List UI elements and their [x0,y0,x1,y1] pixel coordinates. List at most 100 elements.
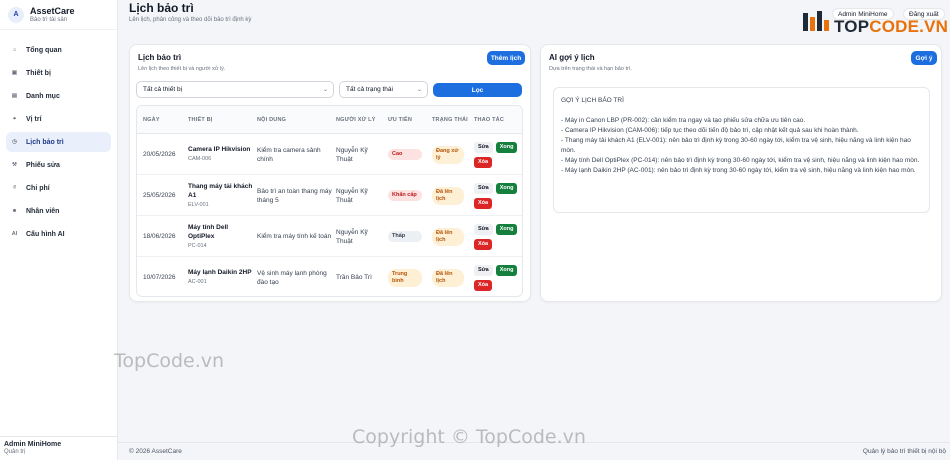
column-header: NGƯỜI XỬ LÝ [336,116,376,123]
action-line: Xóa [474,156,522,169]
edit-button[interactable]: Sửa [474,264,493,276]
add-schedule-button[interactable]: Thêm lịch [487,51,525,65]
sidebar-item[interactable]: ⌂ Tổng quan [6,40,111,60]
sidebar-item[interactable]: ◷ Lịch bảo trì [6,132,111,152]
footer-copyright: © 2026 AssetCare [129,448,182,455]
ai-card-title: AI gợi ý lịch [549,53,595,62]
topcode-logo-text: TOPCODE.VN [834,17,948,37]
sidebar-item-label: Vị trí [26,115,42,123]
column-header: NGÀY [143,116,160,123]
logout-button[interactable]: Đăng xuất [903,8,945,20]
status-badge: Đã lên lịch [432,227,464,246]
row-content: Kiểm tra camera sảnh chính [257,146,321,163]
delete-button[interactable]: Xóa [474,238,493,250]
status-badge: Đã lên lịch [432,186,464,205]
brand-name: AssetCare [30,6,75,16]
filter-button[interactable]: Lọc [433,83,522,97]
edit-button[interactable]: Sửa [474,223,493,235]
nav-icon: ₫ [13,185,16,191]
sidebar-user[interactable]: Admin MiniHome Quản trị [0,436,118,460]
row-content: Vệ sinh máy lạnh phòng đào tạo [257,269,327,286]
nav-icon: ⌂ [12,47,17,53]
nav-icon: ⌖ [12,115,17,122]
row-device: Thang máy tải khách A1 ELV-001 [188,175,254,216]
column-header: NỘI DUNG [257,116,287,123]
row-device: Camera IP Hikvision CAM-006 [188,134,254,175]
row-status: Đã lên lịch [432,216,472,257]
complete-button[interactable]: Xong [495,264,518,276]
row-assignee: Nguyễn Kỹ Thuật [336,187,368,204]
row-date: 25/05/2026 [143,192,176,199]
column-header: THIẾT BỊ [188,116,213,123]
sidebar-item[interactable]: ☻ Nhân viên [6,201,111,221]
device-code: AC-001 [188,279,207,285]
edit-button[interactable]: Sửa [474,182,493,194]
status-filter-value: Tất cả trạng thái [346,86,393,93]
row-status: Đã lên lịch [432,257,472,296]
column-header: ƯU TIÊN [388,116,412,123]
page-subtitle: Lên lịch, phân công và theo dõi bảo trì … [129,17,252,23]
complete-button[interactable]: Xong [495,141,518,153]
action-line: Xóa [474,238,522,251]
status-filter-select[interactable]: Tất cả trạng thái ⌄ [339,81,428,98]
row-priority: Cao [388,134,430,175]
action-line: Sửa Xong [474,264,522,277]
row-actions: Sửa Xong Xóa [474,175,522,216]
sidebar-item-label: Cấu hình AI [26,230,65,238]
schedule-card: Lịch bảo trì Lên lịch theo thiết bị và n… [129,44,531,302]
row-device: Máy lạnh Daikin 2HP AC-001 [188,257,254,296]
ai-suggestion-line: - Máy in Canon LBP (PR-002): cần kiểm tr… [561,117,806,124]
status-badge: Đã lên lịch [432,268,464,287]
priority-badge: Thấp [388,231,422,242]
nav-icon: ▣ [11,70,18,76]
sidebar-item-label: Tổng quan [26,46,62,54]
topcode-logo-icon [803,11,829,31]
row-priority: Thấp [388,216,430,257]
sidebar-item[interactable]: ₫ Chi phí [6,178,111,198]
complete-button[interactable]: Xong [495,223,518,235]
device-name: Camera IP Hikvision [188,146,251,153]
sidebar-item[interactable]: ▣ Thiết bị [6,63,111,83]
device-name: Máy tính Dell OptiPlex [188,223,229,240]
schedule-table: NGÀY THIẾT BỊ NỘI DUNG NGƯỜI XỬ LÝ ƯU TIÊN TR… [136,105,523,297]
sidebar-item[interactable]: ⚒ Phiếu sửa [6,155,111,175]
watermark-topcode: TopCode.vn [114,350,225,372]
device-filter-select[interactable]: Tất cả thiết bị ⌄ [136,81,334,98]
sidebar-item[interactable]: AI Cấu hình AI [6,224,111,244]
sidebar-nav: ⌂ Tổng quan ▣ Thiết bị ▤ Danh mục ⌖ Vị trí ◷ Lịch… [0,30,117,244]
nav-icon: ☻ [11,208,18,214]
column-header: TRẠNG THÁI [432,116,468,123]
action-line: Xóa [474,197,522,210]
row-assignee: Nguyễn Kỹ Thuật [336,228,368,245]
ai-suggestion-line: - Camera IP Hikvision (CAM-006): tiếp tụ… [561,127,859,134]
table-row: 10/07/2026 Máy lạnh Daikin 2HP AC-001 Vệ si… [137,257,522,296]
sidebar-user-role: Quản trị [4,449,26,455]
complete-button[interactable]: Xong [495,182,518,194]
sidebar-item-label: Lịch bảo trì [26,138,64,146]
delete-button[interactable]: Xóa [474,279,493,291]
row-date: 20/05/2026 [143,151,176,158]
sidebar-item-label: Thiết bị [26,69,51,77]
chevron-down-icon: ⌄ [322,87,328,93]
action-line: Sửa Xong [474,223,522,236]
row-date: 10/07/2026 [143,274,176,281]
row-priority: Khẩn cấp [388,175,430,216]
device-name: Máy lạnh Daikin 2HP [188,269,252,276]
ai-suggest-card: AI gợi ý lịch Dựa trên trạng thái và hạn… [540,44,942,302]
table-row: 25/05/2026 Thang máy tải khách A1 ELV-001 B… [137,175,522,216]
delete-button[interactable]: Xóa [474,156,493,168]
ai-suggest-button[interactable]: Gợi ý [911,51,937,65]
edit-button[interactable]: Sửa [474,141,493,153]
sidebar-item[interactable]: ⌖ Vị trí [6,109,111,129]
row-assignee: Trần Bảo Trì [336,274,372,281]
sidebar-item[interactable]: ▤ Danh mục [6,86,111,106]
action-line: Sửa Xong [474,182,522,195]
nav-icon: ▤ [11,93,18,99]
row-assignee: Nguyễn Kỹ Thuật [336,146,368,163]
user-chip[interactable]: Admin MiniHome [832,8,894,20]
status-badge: Đang xử lý [432,145,464,164]
delete-button[interactable]: Xóa [474,197,493,209]
watermark-copyright: Copyright © TopCode.vn [352,426,586,448]
table-row: 20/05/2026 Camera IP Hikvision CAM-006 Kiểm… [137,134,522,175]
brand: A AssetCare Bảo trì tài sản [0,0,117,30]
